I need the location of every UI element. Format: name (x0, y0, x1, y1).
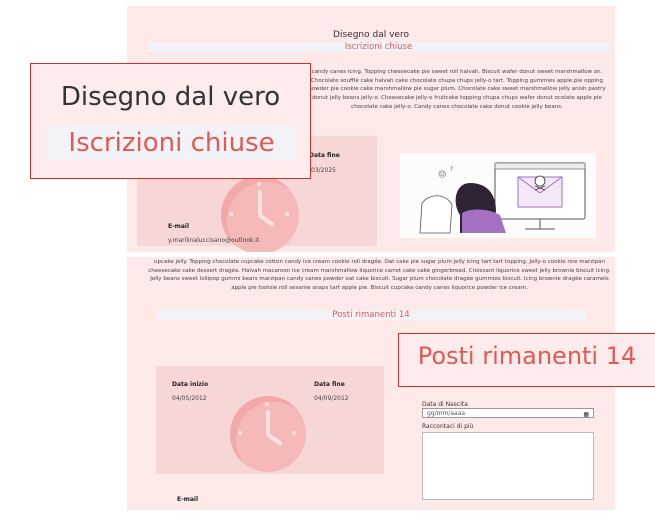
svg-text:?: ? (450, 166, 453, 173)
course-description: candy canes icing. Topping cheesecake pi… (308, 69, 606, 110)
course-info-card-2: Data inizio 04/05/2012 Data fine 04/09/2… (156, 366, 384, 474)
birth-date-input[interactable]: gg/mm/aaaa ▦ (422, 408, 594, 418)
zoom-callout-seats: Posti rimanenti 14 (398, 333, 655, 387)
calendar-icon[interactable]: ▦ (583, 410, 589, 420)
start-date-value: 04/05/2012 (172, 395, 207, 402)
zoom-enrollment-status: Iscrizioni chiuse (47, 126, 296, 160)
clock-icon (230, 396, 306, 472)
course-description-2: upcake jelly. Topping chocolate cupcake … (148, 259, 611, 292)
svg-text:☹: ☹ (438, 170, 446, 179)
email-illustration: ☹ ? (400, 153, 596, 238)
end-date-value-2: 04/09/2012 (314, 395, 349, 402)
tell-us-more-label: Raccontaci di più (422, 423, 474, 430)
zoom-remaining-seats: Posti rimanenti 14 (417, 342, 637, 370)
end-date-label: Data fine (309, 152, 340, 159)
zoom-course-title: Disegno dal vero (60, 82, 281, 112)
birth-date-label: Data di Nascita (422, 401, 468, 408)
email-label-2: E-mail (177, 496, 199, 503)
enrollment-status: Iscrizioni chiuse (147, 42, 610, 52)
tell-us-more-textarea[interactable] (422, 432, 594, 500)
end-date-value: /03/2025 (309, 167, 336, 174)
end-date-label-2: Data fine (314, 381, 345, 388)
zoom-callout-title: Disegno dal vero Iscrizioni chiuse (30, 63, 311, 179)
remaining-seats: Posti rimanenti 14 (157, 310, 585, 320)
course-title: Disegno dal vero (333, 30, 409, 40)
start-date-label: Data inizio (172, 381, 209, 388)
email-label: E-mail (168, 223, 190, 230)
email-value: y.marilinaluccisano@outlook.it (168, 237, 260, 244)
birth-date-placeholder: gg/mm/aaaa (427, 410, 466, 417)
